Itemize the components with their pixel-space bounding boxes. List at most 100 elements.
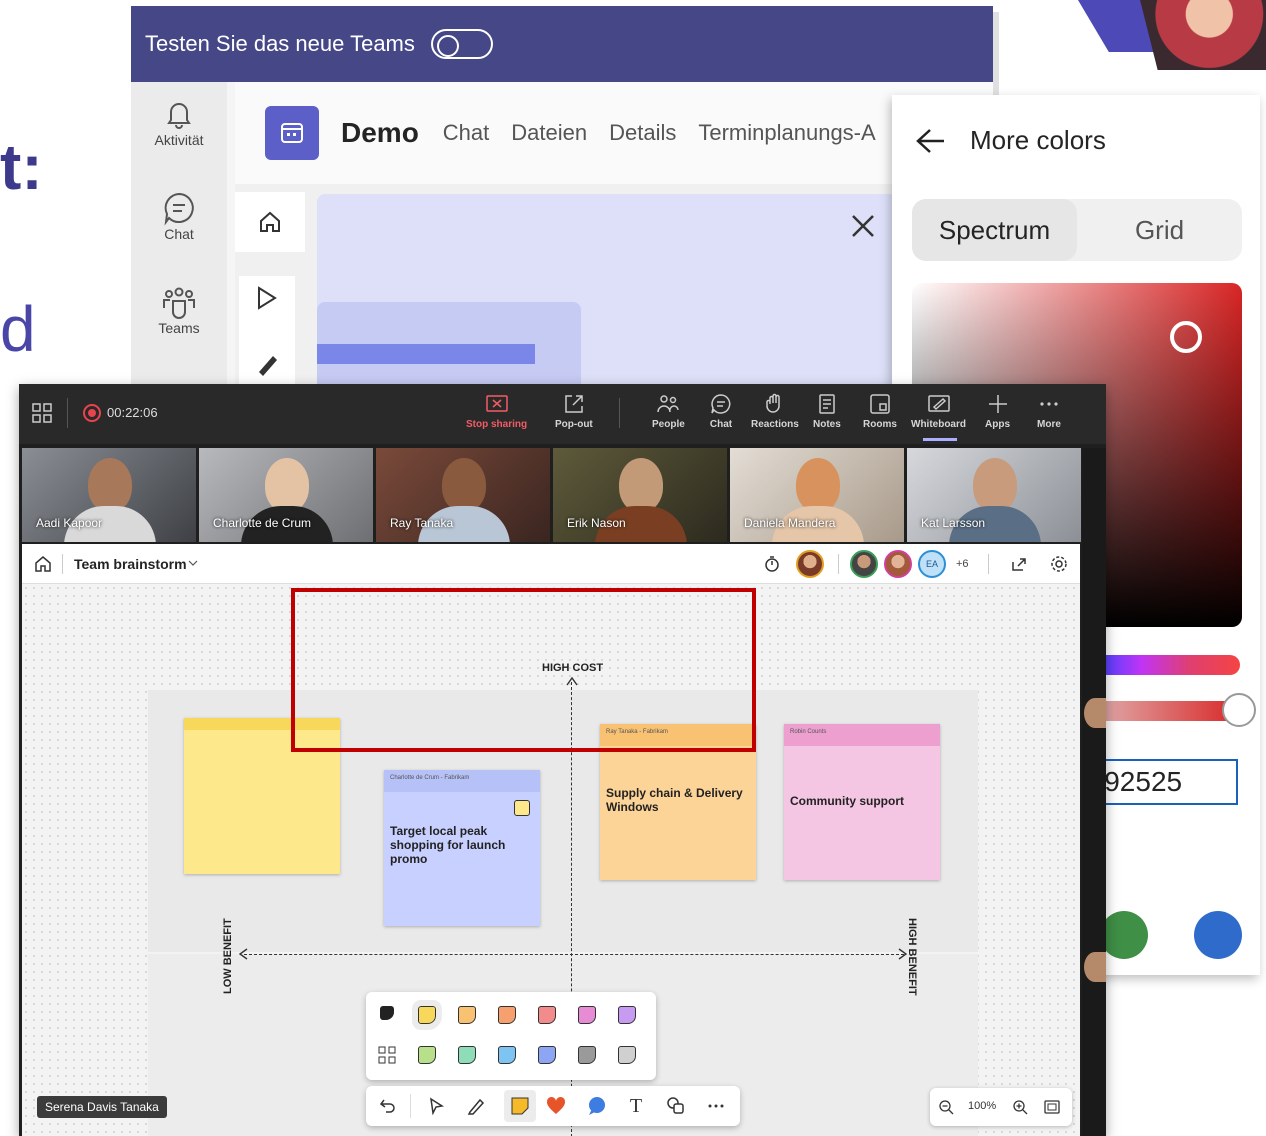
undo-icon[interactable]: [376, 1094, 400, 1118]
note-color-swatch[interactable]: [618, 1046, 636, 1064]
teams-app-rail: Aktivität Chat Teams: [131, 82, 227, 386]
note-color-black[interactable]: [380, 1006, 394, 1020]
pointer-icon[interactable]: [253, 284, 281, 312]
pen-icon[interactable]: [464, 1094, 488, 1118]
rail-item-chat[interactable]: Chat: [131, 190, 227, 270]
tab-details[interactable]: Details: [609, 120, 676, 146]
note-color-swatch[interactable]: [498, 1006, 516, 1024]
note-color-swatch[interactable]: [618, 1006, 636, 1024]
heart-reaction-icon[interactable]: [544, 1094, 568, 1118]
grid-view-icon[interactable]: [31, 402, 53, 424]
note-color-swatch[interactable]: [538, 1006, 556, 1024]
shapes-icon[interactable]: [664, 1094, 688, 1118]
comment-bubble-icon[interactable]: [584, 1094, 608, 1118]
sticky-note-tool-icon[interactable]: [504, 1090, 536, 1122]
sticky-note[interactable]: Robin Counts Community support: [784, 724, 940, 880]
reactions-button[interactable]: Reactions: [751, 392, 799, 430]
timer-icon[interactable]: [763, 555, 781, 573]
back-arrow-icon[interactable]: [912, 126, 948, 156]
participant-name: Daniela Mandera: [744, 516, 836, 530]
rooms-button[interactable]: Rooms: [863, 392, 897, 430]
note-color-swatch[interactable]: [498, 1046, 516, 1064]
participant-tile[interactable]: Ray Tanaka: [376, 448, 550, 542]
tab-scheduling[interactable]: Terminplanungs-A: [698, 120, 875, 146]
whiteboard-title[interactable]: Team brainstorm: [74, 556, 187, 572]
toolbar-label: Notes: [813, 419, 841, 430]
toolbar-divider: [410, 1094, 411, 1118]
avatar[interactable]: [850, 550, 878, 578]
rail-item-activity[interactable]: Aktivität: [131, 96, 227, 176]
chat-button[interactable]: Chat: [709, 392, 733, 430]
swatch-green[interactable]: [1100, 911, 1148, 959]
participant-tile[interactable]: Erik Nason: [553, 448, 727, 542]
zoom-in-icon[interactable]: [1012, 1099, 1028, 1115]
sticky-note-text: Community support: [790, 794, 904, 808]
segment-spectrum[interactable]: Spectrum: [912, 199, 1077, 261]
teams-window: Testen Sie das neue Teams Aktivität Chat…: [131, 6, 993, 386]
spectrum-thumb[interactable]: [1170, 321, 1202, 353]
participant-tile[interactable]: Daniela Mandera: [730, 448, 904, 542]
more-icon: [1040, 402, 1058, 406]
select-pointer-icon[interactable]: [424, 1094, 448, 1118]
swatch-blue[interactable]: [1194, 911, 1242, 959]
zoom-out-icon[interactable]: [938, 1099, 954, 1115]
close-icon[interactable]: [849, 212, 877, 240]
settings-gear-icon[interactable]: [1050, 555, 1068, 573]
note-color-swatch[interactable]: [578, 1006, 596, 1024]
participant-video: [973, 458, 1017, 512]
alpha-slider-thumb[interactable]: [1222, 693, 1256, 727]
note-color-swatch[interactable]: [458, 1046, 476, 1064]
chevron-down-icon[interactable]: [188, 558, 198, 568]
note-color-swatch[interactable]: [538, 1046, 556, 1064]
avatar[interactable]: [884, 550, 912, 578]
extra-participants-count[interactable]: +6: [956, 558, 969, 570]
rail-label: Aktivität: [154, 132, 204, 148]
dialog-card-bar: [317, 344, 535, 364]
participant-name: Erik Nason: [567, 516, 626, 530]
hue-slider[interactable]: [1092, 655, 1240, 675]
toolbar-label: More: [1037, 419, 1061, 430]
participant-tile[interactable]: Kat Larsson: [907, 448, 1081, 542]
avatar[interactable]: [796, 550, 824, 578]
pen-icon[interactable]: [253, 350, 281, 378]
whiteboard-header: Team brainstorm EA +6: [22, 544, 1080, 584]
toolbar-label: Chat: [709, 419, 733, 430]
sticky-note[interactable]: Charlotte de Crum - Fabrikam Target loca…: [384, 770, 540, 926]
tab-chat[interactable]: Chat: [443, 120, 489, 146]
grid-icon[interactable]: [378, 1046, 396, 1064]
home-icon[interactable]: [34, 555, 52, 573]
home-icon[interactable]: [235, 192, 305, 252]
alpha-slider[interactable]: [1092, 701, 1242, 721]
rail-item-teams[interactable]: Teams: [131, 284, 227, 364]
tab-files[interactable]: Dateien: [511, 120, 587, 146]
color-panel-header: More colors: [892, 95, 1260, 156]
participant-tile[interactable]: Charlotte de Crum: [199, 448, 373, 542]
note-color-swatch[interactable]: [578, 1046, 596, 1064]
note-color-swatch[interactable]: [412, 1000, 442, 1030]
whiteboard-icon: [927, 395, 950, 412]
color-panel-title: More colors: [970, 125, 1106, 155]
more-button[interactable]: More: [1037, 392, 1061, 430]
more-options-icon[interactable]: [704, 1094, 728, 1118]
segment-grid[interactable]: Grid: [1077, 199, 1242, 261]
fit-to-screen-icon[interactable]: [1044, 1100, 1060, 1114]
toolbar-divider: [619, 398, 620, 428]
note-color-swatch[interactable]: [458, 1006, 476, 1024]
calendar-icon: [265, 106, 319, 160]
participant-video: [442, 458, 486, 512]
avatar-initials[interactable]: EA: [918, 550, 946, 578]
whiteboard-button[interactable]: Whiteboard: [911, 392, 966, 430]
text-tool-icon[interactable]: T: [624, 1094, 648, 1118]
slide-text-fragment: d: [0, 293, 36, 365]
pop-out-button[interactable]: Pop-out: [555, 392, 593, 430]
hex-input[interactable]: l92525: [1092, 759, 1238, 805]
people-button[interactable]: People: [652, 392, 685, 430]
apps-button[interactable]: Apps: [985, 392, 1010, 430]
note-color-swatch[interactable]: [418, 1046, 436, 1064]
participant-tile[interactable]: Aadi Kapoor: [22, 448, 196, 542]
stop-sharing-button[interactable]: Stop sharing: [466, 392, 527, 430]
peek-avatar: [1084, 952, 1106, 982]
share-icon[interactable]: [1010, 555, 1028, 573]
notes-button[interactable]: Notes: [813, 392, 841, 430]
new-teams-toggle[interactable]: [430, 29, 493, 59]
